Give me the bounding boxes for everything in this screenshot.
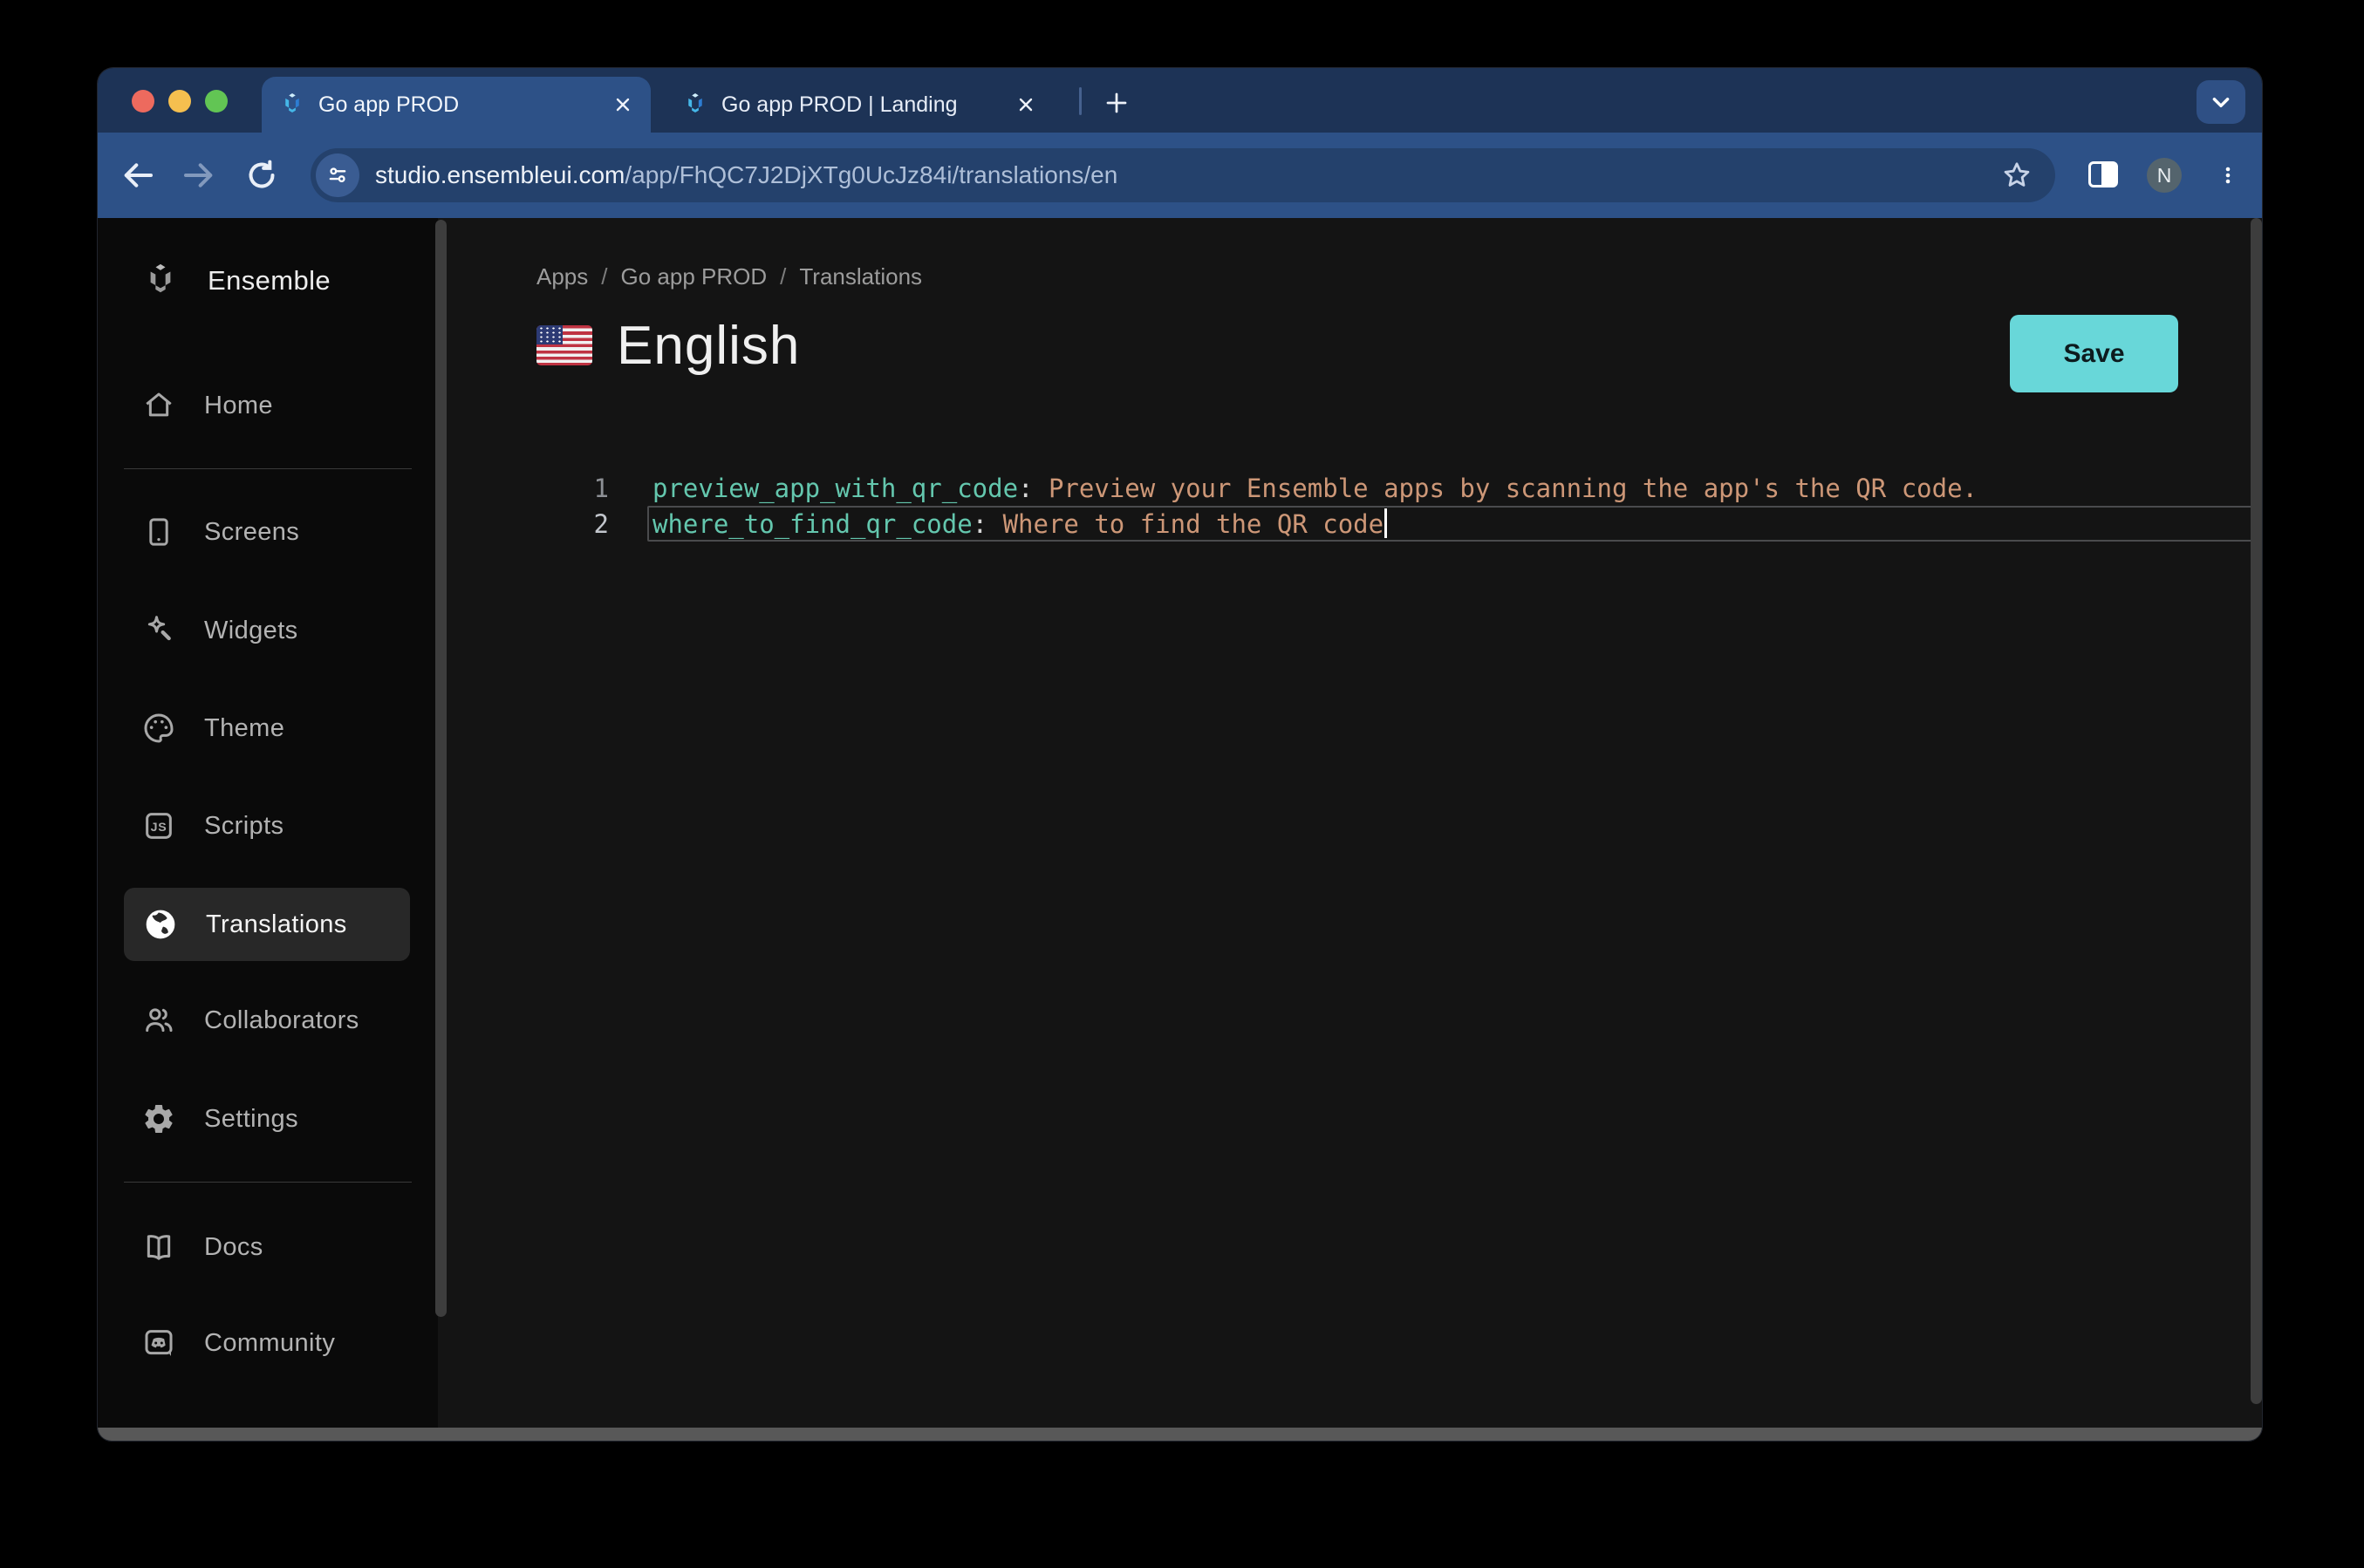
translations-editor[interactable]: 1 preview_app_with_qr_code: Preview your… [438,467,2262,1428]
breadcrumb: Apps / Go app PROD / Translations [536,263,922,290]
sidebar-item-label: Collaborators [204,1006,359,1035]
community-discord-icon [141,1326,176,1360]
yaml-key: where_to_find_qr_code [652,509,973,539]
sidebar-item-scripts[interactable]: JS Scripts [98,794,438,857]
tab-title: Go app PROD [318,92,612,118]
breadcrumb-separator: / [601,263,607,290]
sidebar-item-label: Community [204,1329,335,1358]
browser-menu-icon[interactable] [2217,156,2238,194]
scripts-icon: JS [141,808,176,843]
back-button[interactable] [120,158,155,193]
ensemble-logo-icon [141,262,180,300]
collaborators-icon [141,1003,176,1038]
page-content: Ensemble Home Screens Widgets [98,218,2262,1428]
language-header: English [536,305,800,385]
forward-button[interactable] [181,158,216,193]
yaml-value: Preview your Ensemble apps by scanning t… [1034,474,1978,503]
ensemble-favicon-icon [279,92,305,118]
breadcrumb-separator: / [780,263,786,290]
svg-text:JS: JS [151,821,167,835]
sidebar-item-label: Settings [204,1105,298,1134]
tab-close-icon[interactable] [1015,94,1036,115]
sidebar-item-screens[interactable]: Screens [98,501,438,563]
site-settings-icon[interactable] [316,153,359,197]
ensemble-favicon-icon [682,92,708,118]
tab-search-chevron-button[interactable] [2197,80,2245,124]
widgets-icon [141,613,176,648]
editor-line[interactable]: 1 preview_app_with_qr_code: Preview your… [438,471,2262,507]
text-cursor [1384,508,1387,538]
translations-icon [143,907,178,942]
breadcrumb-apps[interactable]: Apps [536,263,588,290]
line-number: 1 [543,471,609,507]
main-scrollbar[interactable] [2251,218,2262,1404]
sidebar-item-widgets[interactable]: Widgets [98,599,438,662]
line-number: 2 [543,507,609,542]
sidebar-item-community[interactable]: Community [98,1312,438,1374]
url-text: studio.ensembleui.com/app/FhQC7J2DjXTg0U… [375,148,1117,202]
macos-close-button[interactable] [132,90,154,112]
sidebar-item-label: Theme [204,714,284,743]
theme-icon [141,711,176,746]
breadcrumb-translations[interactable]: Translations [799,263,922,290]
sidebar-item-label: Docs [204,1233,263,1262]
tab-title: Go app PROD | Landing [721,92,1015,118]
sidebar-divider [124,1182,412,1183]
bookmark-star-icon[interactable] [2001,160,2033,191]
window-bottom-edge [98,1428,2262,1441]
sidebar-item-label: Scripts [204,812,284,841]
sidebar-item-docs[interactable]: Docs [98,1216,438,1278]
us-flag-icon [536,325,592,365]
yaml-value: Where to find the QR code [987,509,1384,539]
address-bar[interactable]: studio.ensembleui.com/app/FhQC7J2DjXTg0U… [311,148,2055,202]
sidebar-item-theme[interactable]: Theme [98,697,438,760]
url-path: /app/FhQC7J2DjXTg0UcJz84i/translations/e… [625,161,1117,188]
url-domain: studio.ensembleui.com [375,161,625,188]
tab-go-app-prod-landing[interactable]: Go app PROD | Landing [665,77,1054,133]
tab-go-app-prod[interactable]: Go app PROD [262,77,651,133]
sidebar-item-translations[interactable]: Translations [124,888,410,961]
code-text: where_to_find_qr_code: Where to find the… [652,507,1387,542]
yaml-key: preview_app_with_qr_code [652,474,1018,503]
code-text: preview_app_with_qr_code: Preview your E… [652,471,1978,507]
macos-zoom-button[interactable] [205,90,228,112]
home-icon [141,388,176,423]
sidebar-item-label: Widgets [204,617,298,645]
tab-close-icon[interactable] [612,94,633,115]
new-tab-button[interactable] [1097,84,1136,122]
brand-label: Ensemble [208,265,331,297]
sidebar: Ensemble Home Screens Widgets [98,218,438,1428]
settings-gear-icon [141,1101,176,1136]
sidebar-item-label: Translations [206,910,347,939]
browser-toolbar: studio.ensembleui.com/app/FhQC7J2DjXTg0U… [98,133,2262,218]
sidebar-item-home[interactable]: Home [98,374,438,437]
sidebar-item-label: Screens [204,518,299,547]
screens-icon [141,515,176,549]
docs-book-icon [141,1230,176,1265]
profile-avatar[interactable]: N [2147,158,2182,193]
browser-window: Go app PROD Go app PROD | Landing [98,68,2262,1441]
breadcrumb-go-app-prod[interactable]: Go app PROD [621,263,768,290]
sidebar-item-label: Home [204,392,273,420]
reload-button[interactable] [244,158,279,193]
sidebar-item-collaborators[interactable]: Collaborators [98,989,438,1052]
brand-row[interactable]: Ensemble [98,249,438,312]
tab-strip: Go app PROD Go app PROD | Landing [98,68,2262,133]
side-panel-icon[interactable] [2088,161,2118,187]
tab-separator [1079,87,1082,115]
macos-minimize-button[interactable] [168,90,191,112]
sidebar-divider [124,468,412,469]
page-title: English [617,315,800,377]
main-panel: Apps / Go app PROD / Translations Englis… [438,218,2262,1428]
editor-line[interactable]: 2 where_to_find_qr_code: Where to find t… [438,507,2262,542]
save-button[interactable]: Save [2010,315,2178,392]
sidebar-item-settings[interactable]: Settings [98,1087,438,1150]
